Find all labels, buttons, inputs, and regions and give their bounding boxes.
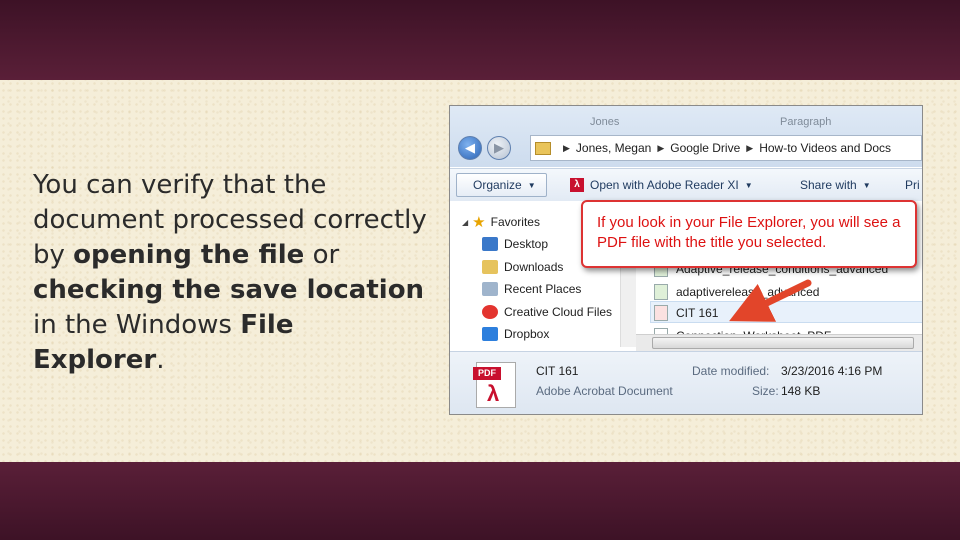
top-band — [0, 0, 960, 80]
share-with-button[interactable]: Share with ▼ — [800, 176, 871, 194]
print-label: Pri — [905, 178, 920, 192]
creative-cloud-icon — [482, 305, 498, 319]
file-row[interactable]: adaptiverelease_advanced — [654, 284, 819, 300]
details-date-value: 3/23/2016 4:16 PM — [781, 364, 883, 378]
chevron-right-icon: ▶ — [563, 142, 570, 153]
command-toolbar: Organize ▼ λ Open with Adobe Reader XI ▼ Sh… — [450, 168, 922, 202]
breadcrumb-item[interactable]: How-to Videos and Docs — [759, 141, 891, 155]
organize-label: Organize — [473, 178, 522, 192]
downloads-icon — [482, 260, 498, 274]
desktop-icon — [482, 237, 498, 251]
organize-button[interactable]: Organize ▼ — [456, 173, 547, 197]
file-row-cit-161[interactable]: CIT 161 — [654, 305, 718, 321]
nav-item-recent-places[interactable]: Recent Places — [482, 282, 581, 296]
file-name: CIT 161 — [676, 306, 719, 320]
horizontal-scrollbar[interactable] — [636, 334, 922, 351]
favorites-header[interactable]: ◢ ★ Favorites — [462, 213, 540, 231]
scrollbar-thumb[interactable] — [652, 337, 914, 349]
chevron-right-icon: ▶ — [657, 142, 665, 153]
file-icon — [654, 284, 668, 300]
body-text-part: . — [156, 345, 165, 375]
favorites-label: Favorites — [490, 215, 540, 229]
nav-item-label: Dropbox — [504, 327, 550, 341]
open-with-label: Open with Adobe Reader XI — [590, 178, 739, 192]
dropbox-icon — [482, 327, 498, 341]
pdf-icon: PDF λ — [473, 362, 516, 408]
recent-places-icon — [482, 282, 498, 296]
slide-body-text: You can verify that the document process… — [33, 168, 433, 378]
body-text-bold-save-location: checking the save location — [33, 275, 425, 305]
body-text-part: in the Windows — [33, 310, 241, 340]
address-breadcrumb[interactable]: ▶ Jones, Megan ▶ Google Drive ▶ How-to V… — [530, 135, 922, 161]
file-name: adaptiverelease_advanced — [676, 285, 820, 299]
chevron-down-icon: ▼ — [862, 180, 871, 190]
share-with-label: Share with — [800, 178, 857, 192]
open-with-button[interactable]: λ Open with Adobe Reader XI ▼ — [570, 176, 753, 194]
nav-item-label: Creative Cloud Files — [504, 305, 613, 319]
nav-item-label: Recent Places — [504, 282, 582, 296]
print-button[interactable]: Pri — [905, 176, 920, 194]
pdf-icon — [654, 305, 668, 321]
callout-box: If you look in your File Explorer, you w… — [581, 200, 917, 268]
nav-item-downloads[interactable]: Downloads — [482, 260, 563, 274]
chevron-down-icon: ▼ — [744, 180, 753, 190]
nav-item-label: Downloads — [504, 260, 564, 274]
back-arrow-icon[interactable]: ◀ — [458, 136, 482, 160]
body-text-part: or — [304, 240, 340, 270]
details-file-name: CIT 161 — [536, 364, 579, 378]
address-bar-area: Jones Paragraph ◀ ▶ ▶ Jones, Megan ▶ Goo… — [450, 106, 922, 167]
details-size-label: Size: — [752, 384, 779, 398]
ghost-title-left: Jones — [590, 116, 620, 128]
body-text-bold-opening-file: opening the file — [73, 240, 305, 270]
pdf-icon: λ — [570, 178, 584, 192]
chevron-right-icon: ▶ — [746, 142, 754, 153]
details-pane: PDF λ CIT 161 Adobe Acrobat Document Date… — [450, 351, 922, 414]
bottom-band — [0, 462, 960, 540]
nav-item-creative-cloud[interactable]: Creative Cloud Files — [482, 305, 612, 319]
ghost-title-right: Paragraph — [780, 116, 832, 128]
breadcrumb-item[interactable]: Jones, Megan — [576, 141, 651, 155]
folder-icon — [535, 141, 551, 155]
nav-item-label: Desktop — [504, 237, 549, 251]
nav-item-dropbox[interactable]: Dropbox — [482, 327, 549, 341]
details-date-label: Date modified: — [692, 364, 770, 378]
callout-text: If you look in your File Explorer, you w… — [597, 214, 901, 251]
expand-triangle-icon[interactable]: ◢ — [462, 218, 468, 227]
star-icon: ★ — [472, 214, 486, 231]
chevron-down-icon: ▼ — [527, 180, 536, 190]
forward-arrow-icon[interactable]: ▶ — [487, 136, 511, 160]
details-file-type: Adobe Acrobat Document — [536, 384, 673, 398]
breadcrumb-item[interactable]: Google Drive — [670, 141, 740, 155]
details-size-value: 148 KB — [781, 384, 821, 398]
nav-item-desktop[interactable]: Desktop — [482, 237, 548, 251]
